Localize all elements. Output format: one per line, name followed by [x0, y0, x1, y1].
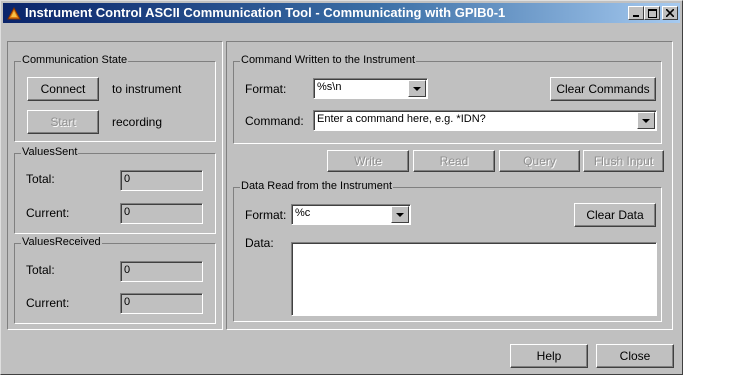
- command-written-group: Command Written to the Instrument Format…: [233, 54, 662, 144]
- values-sent-total-label: Total:: [26, 172, 55, 186]
- read-button[interactable]: Read: [413, 150, 495, 172]
- flush-input-button[interactable]: Flush Input: [583, 150, 664, 172]
- start-button[interactable]: Start: [27, 110, 99, 134]
- data-label: Data:: [245, 236, 274, 250]
- command-input[interactable]: Enter a command here, e.g. *IDN?: [313, 110, 657, 131]
- data-textarea[interactable]: [291, 242, 657, 316]
- close-button[interactable]: Close: [596, 344, 674, 368]
- command-value: Enter a command here, e.g. *IDN?: [317, 113, 486, 125]
- values-sent-current-label: Current:: [26, 206, 70, 220]
- clear-commands-button[interactable]: Clear Commands: [550, 77, 656, 101]
- command-format-value: %s\n: [317, 81, 342, 93]
- command-format-label: Format:: [245, 82, 287, 96]
- close-icon[interactable]: [662, 6, 678, 20]
- dropdown-arrow-icon[interactable]: [391, 206, 409, 223]
- data-format-dropdown[interactable]: %c: [291, 204, 411, 225]
- connect-button[interactable]: Connect: [27, 77, 99, 101]
- start-text: recording: [112, 115, 163, 129]
- values-received-group: ValuesReceived Total: 0 Current: 0: [14, 236, 216, 324]
- app-icon: [6, 5, 22, 21]
- help-button[interactable]: Help: [510, 344, 588, 368]
- values-sent-group: ValuesSent Total: 0 Current: 0: [14, 146, 216, 234]
- write-button[interactable]: Write: [327, 150, 409, 172]
- command-written-title: Command Written to the Instrument: [240, 54, 417, 67]
- command-label: Command:: [245, 114, 304, 128]
- values-received-total-field: 0: [120, 261, 203, 282]
- clear-data-button[interactable]: Clear Data: [574, 203, 656, 227]
- data-format-label: Format:: [245, 208, 287, 222]
- values-received-current-field: 0: [120, 293, 203, 314]
- values-received-title: ValuesReceived: [21, 236, 102, 249]
- values-sent-total-field: 0: [120, 170, 203, 191]
- title-bar[interactable]: Instrument Control ASCII Communication T…: [3, 3, 680, 23]
- data-format-value: %c: [295, 207, 311, 219]
- command-format-dropdown[interactable]: %s\n: [313, 78, 428, 99]
- window-title: Instrument Control ASCII Communication T…: [25, 5, 506, 20]
- values-sent-title: ValuesSent: [21, 146, 79, 159]
- communication-state-title: Communication State: [21, 54, 129, 67]
- data-read-title: Data Read from the Instrument: [240, 180, 394, 193]
- communication-state-group: Communication State Connect to instrumen…: [14, 54, 216, 142]
- minimize-icon[interactable]: [628, 6, 644, 20]
- app-window: Instrument Control ASCII Communication T…: [0, 0, 683, 375]
- dropdown-arrow-icon[interactable]: [408, 80, 426, 97]
- right-panel: Command Written to the Instrument Format…: [226, 41, 673, 330]
- data-read-group: Data Read from the Instrument Format: %c…: [233, 180, 662, 322]
- values-received-current-label: Current:: [26, 296, 70, 310]
- values-sent-current-field: 0: [120, 203, 203, 224]
- query-button[interactable]: Query: [499, 150, 580, 172]
- left-panel: Communication State Connect to instrumen…: [7, 41, 223, 330]
- connect-text: to instrument: [112, 82, 182, 96]
- dropdown-arrow-icon[interactable]: [637, 112, 655, 129]
- maximize-icon[interactable]: [644, 6, 660, 20]
- values-received-total-label: Total:: [26, 263, 55, 277]
